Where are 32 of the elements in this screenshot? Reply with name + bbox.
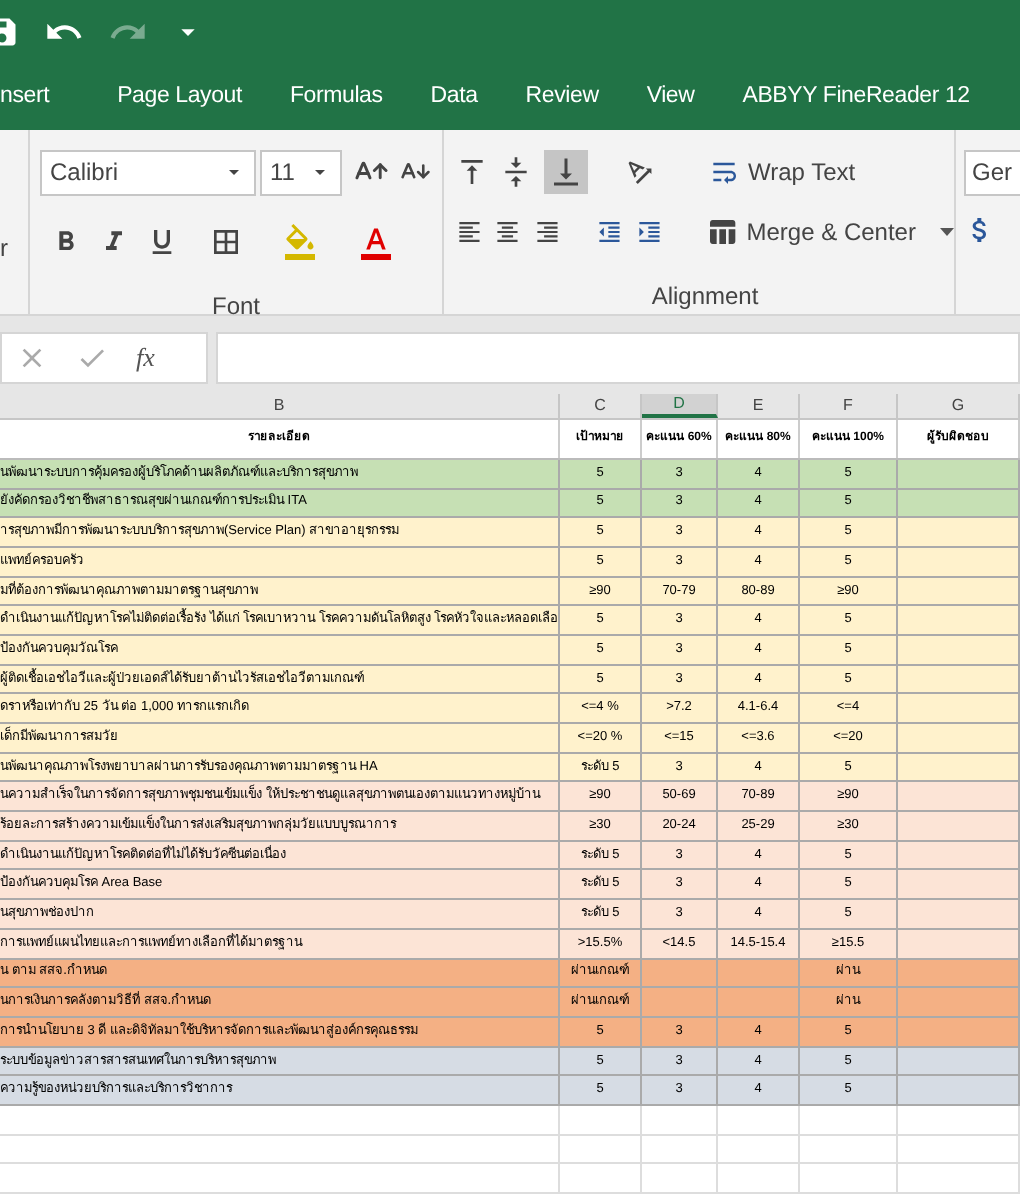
font-name-dropdown[interactable]: Calibri	[40, 149, 256, 196]
font-size-dropdown[interactable]: 11	[259, 149, 343, 196]
group-label: Font	[211, 289, 260, 324]
column-header[interactable]: F	[800, 393, 898, 418]
bottom-align-icon[interactable]	[544, 149, 588, 194]
column-header[interactable]: D	[642, 393, 718, 418]
dropdown-icon	[939, 228, 954, 237]
ribbon-tab[interactable]: Formulas	[265, 65, 407, 130]
group-label: Alignment	[651, 279, 759, 314]
ribbon-tab[interactable]: ABBYY FineReader 12	[718, 65, 994, 130]
merge-icon	[706, 216, 739, 249]
ribbon-tab[interactable]: nsert	[0, 65, 94, 130]
column-header[interactable]: G	[898, 393, 1020, 418]
fill-color-icon[interactable]	[282, 223, 318, 260]
formula-input[interactable]	[216, 331, 1020, 384]
ribbon-tab[interactable]: View	[622, 65, 719, 130]
insert-function-button[interactable]: fx	[136, 338, 155, 378]
middle-align-icon[interactable]	[500, 155, 532, 188]
column-header[interactable]: B	[0, 393, 560, 418]
borders-icon[interactable]	[210, 225, 242, 258]
top-align-icon[interactable]	[456, 155, 488, 188]
number-format-dropdown[interactable]: Ger	[964, 149, 1020, 196]
ribbon-tab[interactable]: Page Layout	[93, 65, 266, 130]
font-name-value: Calibri	[50, 156, 119, 191]
format-painter-label[interactable]: r	[0, 229, 28, 266]
column-header[interactable]: E	[718, 393, 800, 418]
font-color-icon[interactable]	[358, 223, 394, 260]
ribbon-tab[interactable]: Data	[406, 65, 502, 130]
merge-center-button[interactable]: Merge & Center	[706, 214, 954, 251]
font-size-value: 11	[269, 156, 295, 191]
ribbon-tab[interactable]: Review	[501, 65, 623, 130]
wrap-text-button[interactable]: Wrap Text	[708, 153, 856, 190]
